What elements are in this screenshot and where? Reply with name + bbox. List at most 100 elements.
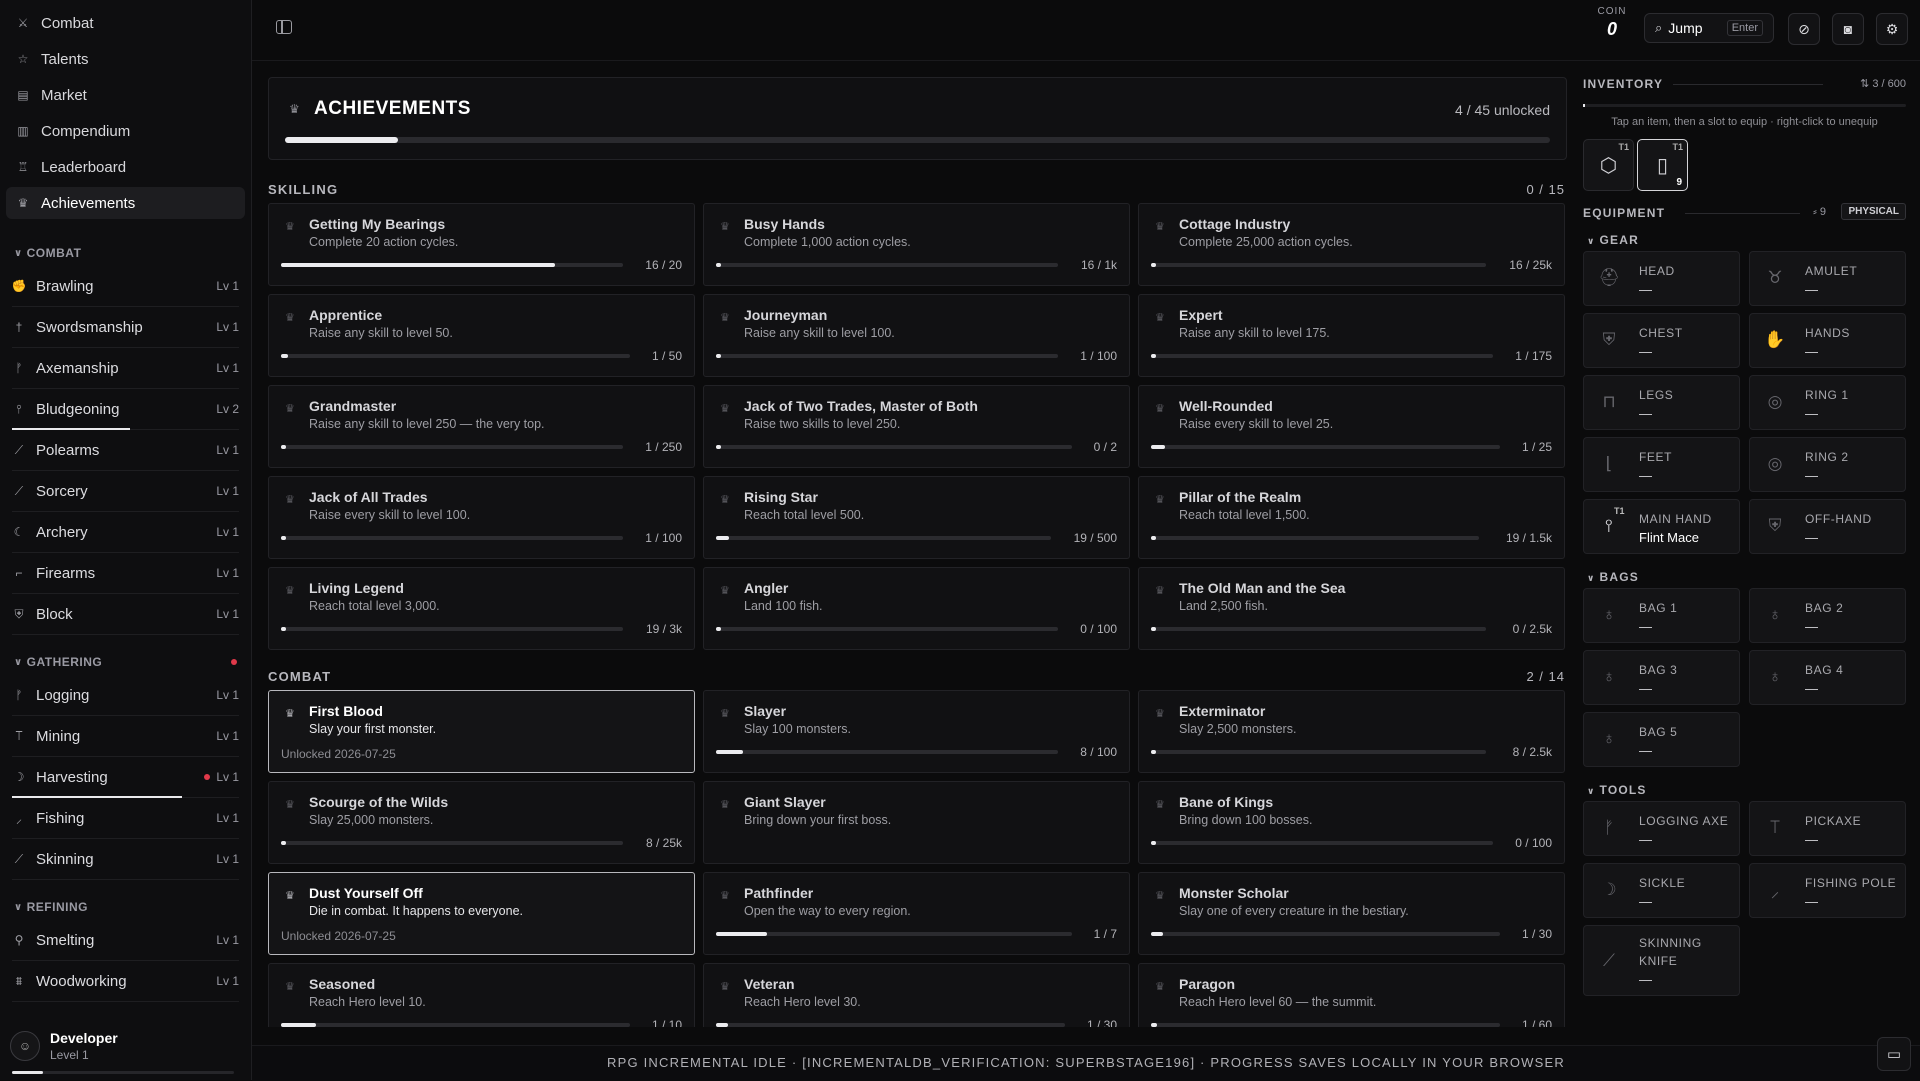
achievement-card[interactable]: ♛ Apprentice Raise any skill to level 50. 1… bbox=[268, 294, 695, 377]
achievement-card[interactable]: ♛ Grandmaster Raise any skill to level 250… bbox=[268, 385, 695, 468]
inventory-slot[interactable]: ▯ T1 9 bbox=[1637, 139, 1688, 191]
chat-icon[interactable]: ▭ bbox=[1877, 1037, 1911, 1071]
skill-skinning[interactable]: ⟋ Skinning Lv 1 bbox=[12, 839, 239, 880]
slot-bag-5[interactable]: ♁ BAG 5 — bbox=[1583, 712, 1740, 767]
achievement-card[interactable]: ♛ Monster Scholar Slay one of every creatu… bbox=[1138, 872, 1565, 955]
achievement-card[interactable]: ♛ Cottage Industry Complete 25,000 action … bbox=[1138, 203, 1565, 286]
skill-smelting[interactable]: ⚲ Smelting Lv 1 bbox=[12, 920, 239, 961]
skill-mining[interactable]: ⟙ Mining Lv 1 bbox=[12, 716, 239, 757]
nav-item-compendium[interactable]: ▥ Compendium bbox=[6, 115, 245, 147]
discord-icon[interactable]: ◙ bbox=[1832, 13, 1864, 45]
slot-hands[interactable]: ✋ HANDS — bbox=[1749, 313, 1906, 368]
slot-skinning-knife[interactable]: ⟋ SKINNING KNIFE — bbox=[1583, 925, 1740, 996]
slot-ring-1[interactable]: ◎ RING 1 — bbox=[1749, 375, 1906, 430]
achievement-card[interactable]: ♛ Slayer Slay 100 monsters. 8 / 100 bbox=[703, 690, 1130, 773]
achievement-desc: Slay your first monster. bbox=[309, 722, 437, 736]
skill-archery[interactable]: ☾ Archery Lv 1 bbox=[12, 512, 239, 553]
jump-button[interactable]: ⌕ Jump Enter bbox=[1644, 13, 1774, 43]
achievement-card[interactable]: ♛ Giant Slayer Bring down your first boss. bbox=[703, 781, 1130, 864]
achievement-desc: Reach total level 500. bbox=[744, 508, 865, 522]
slot-chest[interactable]: ⛨ CHEST — bbox=[1583, 313, 1740, 368]
skill-logging[interactable]: ᚠ Logging Lv 1 bbox=[12, 675, 239, 716]
achievement-card[interactable]: ♛ Dust Yourself Off Die in combat. It happ… bbox=[268, 872, 695, 955]
achievement-card[interactable]: ♛ Veteran Reach Hero level 30. 1 / 30 bbox=[703, 963, 1130, 1027]
sidebar-toggle-icon[interactable] bbox=[276, 20, 292, 34]
achievement-card[interactable]: ♛ Scourge of the Wilds Slay 25,000 monster… bbox=[268, 781, 695, 864]
sidebar: ⚔ Combat ☆ Talents ▤ Market ▥ Compendium ♖ Leader… bbox=[0, 0, 252, 1080]
skill-swordsmanship[interactable]: † Swordsmanship Lv 1 bbox=[12, 307, 239, 348]
achievement-card[interactable]: ♛ Jack of Two Trades, Master of Both Raise… bbox=[703, 385, 1130, 468]
slot-legs[interactable]: ⊓ LEGS — bbox=[1583, 375, 1740, 430]
slot-off-hand[interactable]: ⛨ OFF-HAND — bbox=[1749, 499, 1906, 554]
slot-pickaxe[interactable]: ⟙ PICKAXE — bbox=[1749, 801, 1906, 856]
section-combat[interactable]: ∨ COMBAT bbox=[14, 246, 237, 260]
nav-item-combat[interactable]: ⚔ Combat bbox=[6, 7, 245, 39]
skill-level: Lv 1 bbox=[216, 729, 239, 743]
inventory-slot[interactable]: ⬡ T1 bbox=[1583, 139, 1634, 191]
page-title: ACHIEVEMENTS bbox=[314, 98, 471, 119]
nav-item-market[interactable]: ▤ Market bbox=[6, 79, 245, 111]
steam-icon[interactable]: ⊘ bbox=[1788, 13, 1820, 45]
equipment-section-gear[interactable]: ∨ GEAR bbox=[1587, 233, 1639, 247]
achievement-card[interactable]: ♛ Expert Raise any skill to level 175. 1 / … bbox=[1138, 294, 1565, 377]
slot-value: — bbox=[1805, 530, 1818, 545]
slot-bag-1[interactable]: ♁ BAG 1 — bbox=[1583, 588, 1740, 643]
achievement-card[interactable]: ♛ Pathfinder Open the way to every region.… bbox=[703, 872, 1130, 955]
achievement-card[interactable]: ♛ Angler Land 100 fish. 0 / 100 bbox=[703, 567, 1130, 650]
settings-gear-icon[interactable]: ⚙ bbox=[1876, 13, 1908, 45]
crown-icon: ♛ bbox=[720, 494, 730, 506]
slot-bag-3[interactable]: ♁ BAG 3 — bbox=[1583, 650, 1740, 705]
achievement-card[interactable]: ♛ Paragon Reach Hero level 60 — the summit… bbox=[1138, 963, 1565, 1027]
slot-main-hand[interactable]: ⫯ T1 MAIN HAND Flint Mace bbox=[1583, 499, 1740, 554]
section-refining[interactable]: ∨ REFINING bbox=[14, 900, 237, 914]
developer-profile[interactable]: ☺ Developer Level 1 bbox=[10, 1026, 235, 1066]
skill-fishing[interactable]: ⸝ Fishing Lv 1 bbox=[12, 798, 239, 839]
achievement-card[interactable]: ♛ Busy Hands Complete 1,000 action cycles.… bbox=[703, 203, 1130, 286]
skill-polearms[interactable]: ⟋ Polearms Lv 1 bbox=[12, 430, 239, 471]
achievement-card[interactable]: ♛ Pillar of the Realm Reach total level 1,… bbox=[1138, 476, 1565, 559]
achievement-card[interactable]: ♛ Exterminator Slay 2,500 monsters. 8 / 2.5… bbox=[1138, 690, 1565, 773]
skill-block[interactable]: ⛨ Block Lv 1 bbox=[12, 594, 239, 635]
achievement-card[interactable]: ♛ Rising Star Reach total level 500. 19 / 5… bbox=[703, 476, 1130, 559]
section-gathering[interactable]: ∨ GATHERING bbox=[14, 655, 237, 669]
nav-item-talents[interactable]: ☆ Talents bbox=[6, 43, 245, 75]
achievement-card[interactable]: ♛ Getting My Bearings Complete 20 action c… bbox=[268, 203, 695, 286]
equipment-section-tools[interactable]: ∨ TOOLS bbox=[1587, 783, 1647, 797]
achievement-card[interactable]: ♛ The Old Man and the Sea Land 2,500 fish.… bbox=[1138, 567, 1565, 650]
nav-item-leaderboard[interactable]: ♖ Leaderboard bbox=[6, 151, 245, 183]
slot-logging-axe[interactable]: ᚠ LOGGING AXE — bbox=[1583, 801, 1740, 856]
equipment-section-bags[interactable]: ∨ BAGS bbox=[1587, 570, 1639, 584]
achievement-title: The Old Man and the Sea bbox=[1179, 580, 1346, 596]
slot-fishing-pole[interactable]: ⸝ FISHING POLE — bbox=[1749, 863, 1906, 918]
slot-amulet[interactable]: ♉ AMULET — bbox=[1749, 251, 1906, 306]
skill-harvesting[interactable]: ☽ Harvesting Lv 1 bbox=[12, 757, 239, 798]
skill-firearms[interactable]: ⌐ Firearms Lv 1 bbox=[12, 553, 239, 594]
skill-woodworking[interactable]: ⩩ Woodworking Lv 1 bbox=[12, 961, 239, 1002]
skill-sorcery[interactable]: ⟋ Sorcery Lv 1 bbox=[12, 471, 239, 512]
slot-ring-2[interactable]: ◎ RING 2 — bbox=[1749, 437, 1906, 492]
nav-label: Market bbox=[41, 86, 87, 104]
slot-feet[interactable]: ⌊ FEET — bbox=[1583, 437, 1740, 492]
slot-bag-2[interactable]: ♁ BAG 2 — bbox=[1749, 588, 1906, 643]
achievement-card[interactable]: ♛ Seasoned Reach Hero level 10. 1 / 10 bbox=[268, 963, 695, 1027]
achievement-desc: Slay 25,000 monsters. bbox=[309, 813, 434, 827]
slot-value: — bbox=[1639, 681, 1652, 696]
slot-head[interactable]: ⛑ HEAD — bbox=[1583, 251, 1740, 306]
achievement-card[interactable]: ♛ Jack of All Trades Raise every skill to … bbox=[268, 476, 695, 559]
skill-level: Lv 1 bbox=[216, 974, 239, 988]
slot-value: — bbox=[1805, 344, 1818, 359]
skill-bludgeoning[interactable]: ⫯ Bludgeoning Lv 2 bbox=[12, 389, 239, 430]
skill-level: Lv 1 bbox=[216, 361, 239, 375]
skill-brawling[interactable]: ✊ Brawling Lv 1 bbox=[12, 266, 239, 307]
achievement-card[interactable]: ♛ Living Legend Reach total level 3,000. 19… bbox=[268, 567, 695, 650]
nav-item-achievements[interactable]: ♛ Achievements bbox=[6, 187, 245, 219]
achievement-card[interactable]: ♛ First Blood Slay your first monster. Unlo… bbox=[268, 690, 695, 773]
skill-axemanship[interactable]: ᚠ Axemanship Lv 1 bbox=[12, 348, 239, 389]
slot-bag-4[interactable]: ♁ BAG 4 — bbox=[1749, 650, 1906, 705]
achievement-card[interactable]: ♛ Journeyman Raise any skill to level 100.… bbox=[703, 294, 1130, 377]
crown-icon: ♛ bbox=[285, 799, 295, 811]
achievement-card[interactable]: ♛ Well-Rounded Raise every skill to level … bbox=[1138, 385, 1565, 468]
achievement-card[interactable]: ♛ Bane of Kings Bring down 100 bosses. 0 / … bbox=[1138, 781, 1565, 864]
slot-value: — bbox=[1639, 743, 1652, 758]
slot-sickle[interactable]: ☽ SICKLE — bbox=[1583, 863, 1740, 918]
